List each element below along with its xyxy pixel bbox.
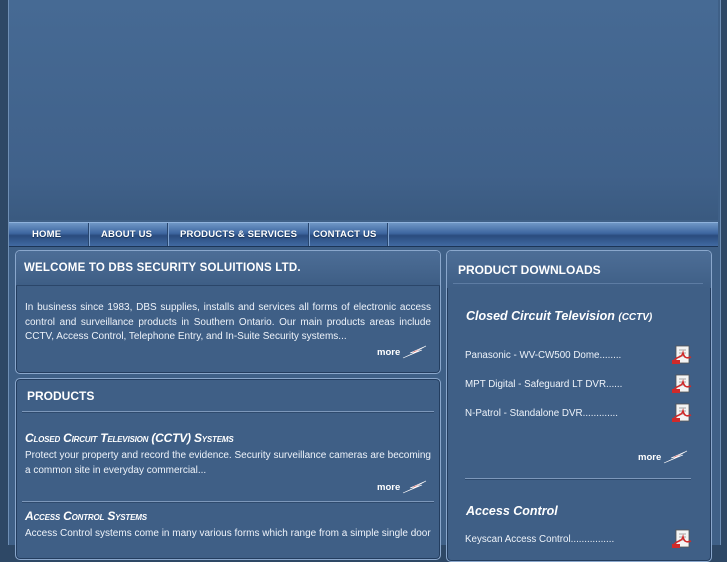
divider <box>22 411 434 413</box>
download-item[interactable]: Keyscan Access Control................ <box>465 529 695 549</box>
more-label: more <box>638 451 662 463</box>
nav-home[interactable]: Home <box>9 223 89 246</box>
cctv-downloads-heading: Closed Circuit Television (CCTV) <box>466 309 652 323</box>
red-arrow-icon <box>403 345 427 359</box>
downloads-panel: Product Downloads Closed Circuit Televis… <box>446 250 712 562</box>
nav-contact-us[interactable]: Contact Us <box>309 223 388 246</box>
products-panel: Products Closed Circuit Television (CCTV… <box>15 378 441 560</box>
category-name: Access Control <box>466 504 558 518</box>
nav-products-services[interactable]: Products & Services <box>168 223 309 246</box>
welcome-title: Welcome to DBS Security Soluitions Ltd. <box>24 262 301 274</box>
download-item[interactable]: N-Patrol - Standalone DVR............. <box>465 403 695 423</box>
access-section-title[interactable]: Access Control Systems <box>25 509 147 523</box>
download-label: N-Patrol - Standalone DVR............. <box>465 407 618 419</box>
nav-about-us[interactable]: About Us <box>89 223 168 246</box>
divider <box>22 501 434 503</box>
pdf-document-icon[interactable] <box>671 403 695 423</box>
divider <box>465 478 691 480</box>
divider <box>453 283 703 284</box>
cctv-section-text: Protect your property and record the evi… <box>25 450 431 476</box>
cctv-section-title[interactable]: Closed Circuit Television (CCTV) Systems <box>25 431 234 445</box>
access-downloads-heading: Access Control <box>466 504 558 518</box>
cctv-more-link[interactable]: more <box>377 479 428 495</box>
red-arrow-icon <box>403 480 427 494</box>
download-item[interactable]: Panasonic - WV-CW500 Dome........ <box>465 345 695 365</box>
access-section-text: Access Control systems come in many vari… <box>25 528 431 539</box>
main-nav: Home About Us Products & Services Contac… <box>9 222 718 247</box>
download-item[interactable]: MPT Digital - Safeguard LT DVR...... <box>465 374 695 394</box>
category-abbr: (CCTV) <box>618 312 653 323</box>
pdf-document-icon[interactable] <box>671 374 695 394</box>
category-name: Closed Circuit Television <box>466 309 615 323</box>
download-label: Keyscan Access Control................ <box>465 533 615 545</box>
more-label: more <box>377 346 401 358</box>
red-arrow-icon <box>664 450 688 464</box>
download-label: MPT Digital - Safeguard LT DVR...... <box>465 378 623 390</box>
pdf-document-icon[interactable] <box>671 345 695 365</box>
downloads-more-link[interactable]: more <box>638 449 689 465</box>
downloads-title: Product Downloads <box>458 263 601 277</box>
download-label: Panasonic - WV-CW500 Dome........ <box>465 349 622 361</box>
header-banner <box>9 0 718 220</box>
pdf-document-icon[interactable] <box>671 529 695 549</box>
welcome-more-link[interactable]: more <box>377 344 428 360</box>
welcome-text: In business since 1983, DBS supplies, in… <box>25 302 431 343</box>
welcome-panel: Welcome to DBS Security Soluitions Ltd. … <box>15 250 441 374</box>
products-title: Products <box>27 389 95 403</box>
more-label: more <box>377 481 401 493</box>
